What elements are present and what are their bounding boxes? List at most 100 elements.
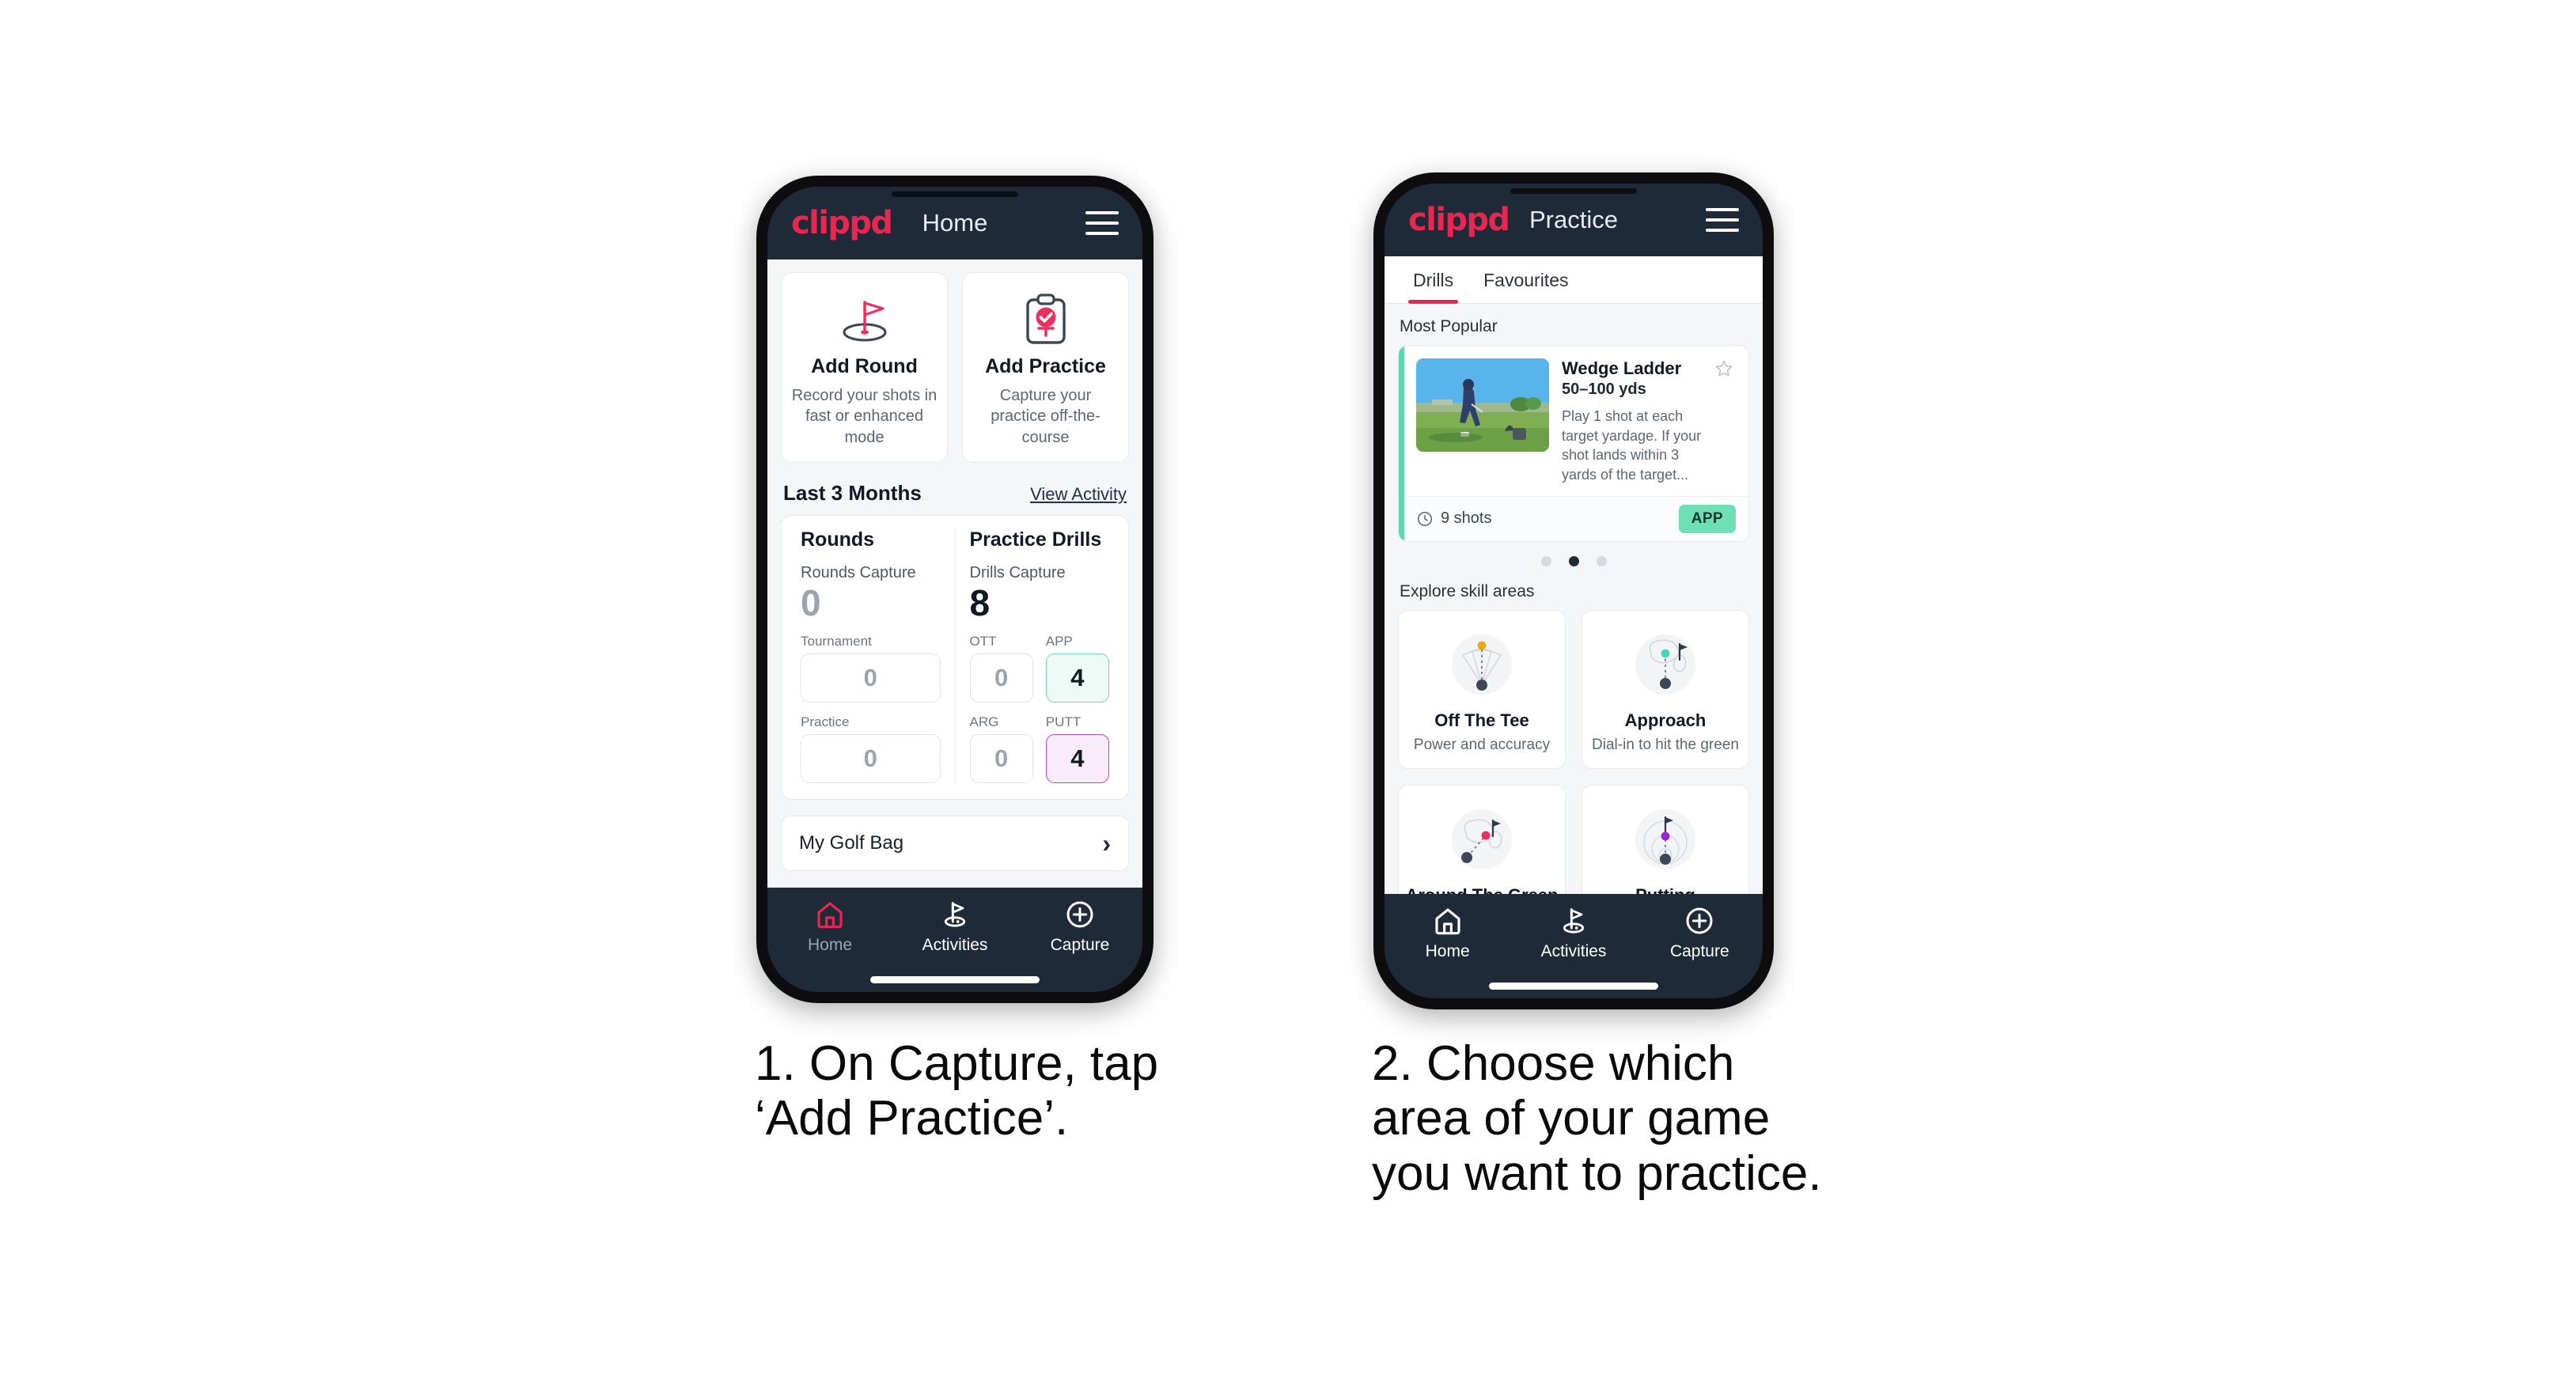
skill-title: Around The Green bbox=[1405, 885, 1559, 894]
nav-item-home[interactable]: Home bbox=[1385, 905, 1510, 961]
view-activity-link[interactable]: View Activity bbox=[1030, 484, 1127, 505]
nav-item-capture[interactable]: Capture bbox=[1017, 899, 1142, 955]
carousel-dot[interactable] bbox=[1596, 555, 1607, 566]
practice-tabs: Drills Favourites bbox=[1385, 256, 1763, 304]
add-round-title: Add Round bbox=[811, 355, 918, 377]
drill-shots: 9 shots bbox=[1416, 509, 1491, 528]
practice-screen-body: Drills Favourites Most Popular Wedge Lad… bbox=[1385, 256, 1763, 894]
clock-icon bbox=[1417, 511, 1433, 526]
nav-label-home: Home bbox=[1425, 942, 1470, 960]
nav-label-home: Home bbox=[807, 936, 853, 954]
skill-card-putting[interactable]: Putting Make and lag practice bbox=[1582, 784, 1749, 894]
carousel-dots bbox=[1398, 555, 1749, 566]
practice-value[interactable]: 0 bbox=[801, 733, 941, 783]
hamburger-icon[interactable] bbox=[1706, 208, 1739, 232]
nav-label-capture: Capture bbox=[1050, 936, 1110, 954]
ott-value[interactable]: 0 bbox=[969, 653, 1033, 702]
putting-icon bbox=[1589, 798, 1742, 880]
practice-label: Practice bbox=[801, 714, 850, 729]
golf-flag-icon bbox=[1563, 908, 1585, 933]
rounds-capture-label: Rounds Capture bbox=[801, 564, 916, 582]
nav-item-capture[interactable]: Capture bbox=[1637, 905, 1763, 961]
app-label: APP bbox=[1045, 633, 1073, 649]
add-round-card[interactable]: Add Round Record your shots in fast or e… bbox=[781, 272, 948, 464]
carousel-dot[interactable] bbox=[1540, 555, 1551, 566]
phone-1-screen: clippd Home Add Round Record your shots … bbox=[767, 187, 1142, 992]
tournament-label: Tournament bbox=[801, 633, 872, 649]
skill-title: Putting bbox=[1589, 885, 1742, 894]
add-practice-subtitle: Capture your practice off-the-course bbox=[991, 387, 1100, 446]
add-practice-card[interactable]: Add Practice Capture your practice off-t… bbox=[962, 272, 1129, 464]
drill-card-wedge-ladder[interactable]: Wedge Ladder 50–100 yds Play 1 shot at e… bbox=[1398, 345, 1749, 542]
chevron-right-icon: › bbox=[1102, 828, 1111, 858]
golf-flag-icon bbox=[944, 902, 966, 927]
skill-title: Approach bbox=[1624, 710, 1707, 730]
off-the-tee-icon bbox=[1405, 623, 1559, 706]
nav-label-activities: Activities bbox=[1540, 942, 1607, 960]
stats-card: Rounds Rounds Capture 0 Tournament 0 Pra… bbox=[781, 515, 1129, 800]
phone-speaker-slot bbox=[892, 191, 1018, 197]
drill-yardage: 50–100 yds bbox=[1562, 381, 1646, 398]
caption-step-2: 2. Choose which area of your game you wa… bbox=[1372, 1036, 1822, 1201]
section-title: Last 3 Months bbox=[783, 481, 922, 506]
nav-item-activities[interactable]: Activities bbox=[892, 899, 1017, 955]
plus-circle-icon bbox=[1686, 907, 1713, 934]
clippd-logo: clippd bbox=[1408, 202, 1510, 238]
tab-drills[interactable]: Drills bbox=[1402, 256, 1464, 304]
add-practice-title: Add Practice bbox=[985, 355, 1106, 377]
most-popular-label: Most Popular bbox=[1400, 317, 1498, 335]
app-value[interactable]: 4 bbox=[1045, 653, 1109, 702]
phone-1-frame: clippd Home Add Round Record your shots … bbox=[756, 176, 1154, 1003]
carousel-dot-active[interactable] bbox=[1568, 555, 1579, 566]
drills-capture-value: 8 bbox=[969, 582, 991, 624]
home-indicator-bar bbox=[1489, 983, 1658, 990]
app-header-practice: clippd Practice bbox=[1385, 184, 1763, 256]
putt-value[interactable]: 4 bbox=[1045, 733, 1109, 783]
page-canvas: clippd Home Add Round Record your shots … bbox=[0, 0, 2576, 1386]
clippd-logo: clippd bbox=[791, 205, 893, 241]
home-icon bbox=[817, 902, 843, 929]
nav-label-capture: Capture bbox=[1669, 942, 1729, 960]
rounds-capture-value: 0 bbox=[801, 582, 821, 624]
star-outline-icon[interactable] bbox=[1714, 358, 1734, 379]
drills-heading: Practice Drills bbox=[969, 528, 1102, 551]
bottom-nav-practice: Home Activities Capture bbox=[1385, 894, 1763, 998]
phone-2-screen: clippd Practice Drills Favourites Most P… bbox=[1385, 184, 1763, 998]
rounds-heading: Rounds bbox=[801, 528, 875, 551]
home-screen-body: Add Round Record your shots in fast or e… bbox=[767, 259, 1142, 888]
tournament-value[interactable]: 0 bbox=[801, 653, 941, 702]
clipboard-check-tee-icon bbox=[971, 290, 1120, 350]
arg-value[interactable]: 0 bbox=[969, 733, 1033, 783]
app-header-home: clippd Home bbox=[767, 187, 1142, 259]
putt-label: PUTT bbox=[1045, 714, 1082, 729]
nav-item-activities[interactable]: Activities bbox=[1510, 905, 1636, 961]
arg-label: ARG bbox=[969, 714, 999, 729]
drills-capture-label: Drills Capture bbox=[969, 564, 1066, 582]
bottom-nav-home: Home Activities Capture bbox=[767, 888, 1142, 992]
last-3-months-header: Last 3 Months View Activity bbox=[783, 481, 1127, 506]
drill-category-badge: APP bbox=[1678, 504, 1736, 533]
drill-shots-label: 9 shots bbox=[1441, 509, 1492, 528]
skill-card-off-the-tee[interactable]: Off The Tee Power and accuracy bbox=[1398, 609, 1566, 769]
skill-card-approach[interactable]: Approach Dial-in to hit the green bbox=[1582, 609, 1749, 769]
hamburger-icon[interactable] bbox=[1085, 211, 1119, 235]
my-golf-bag-row[interactable]: My Golf Bag › bbox=[781, 815, 1129, 871]
add-round-subtitle: Record your shots in fast or enhanced mo… bbox=[791, 387, 938, 446]
practice-drills-column: Practice Drills Drills Capture 8 OTT 0 A… bbox=[954, 528, 1124, 783]
tab-favourites[interactable]: Favourites bbox=[1472, 256, 1579, 303]
skill-card-around-the-green[interactable]: Around The Green Hone your short game bbox=[1398, 784, 1566, 894]
drill-title: Wedge Ladder bbox=[1562, 358, 1682, 378]
home-indicator-bar bbox=[870, 976, 1040, 983]
skill-subtitle: Dial-in to hit the green bbox=[1592, 736, 1739, 753]
phone-2-frame: clippd Practice Drills Favourites Most P… bbox=[1373, 172, 1774, 1009]
skill-title: Off The Tee bbox=[1434, 710, 1529, 730]
nav-item-home[interactable]: Home bbox=[767, 899, 892, 955]
golf-flag-hole-icon bbox=[790, 290, 939, 350]
rounds-column: Rounds Rounds Capture 0 Tournament 0 Pra… bbox=[786, 528, 955, 783]
drill-description: Play 1 shot at each target yardage. If y… bbox=[1562, 408, 1702, 483]
home-icon bbox=[1435, 908, 1460, 935]
my-golf-bag-label: My Golf Bag bbox=[799, 831, 904, 854]
around-the-green-icon bbox=[1405, 798, 1559, 880]
plus-circle-icon bbox=[1066, 901, 1093, 928]
quick-actions: Add Round Record your shots in fast or e… bbox=[781, 272, 1129, 464]
